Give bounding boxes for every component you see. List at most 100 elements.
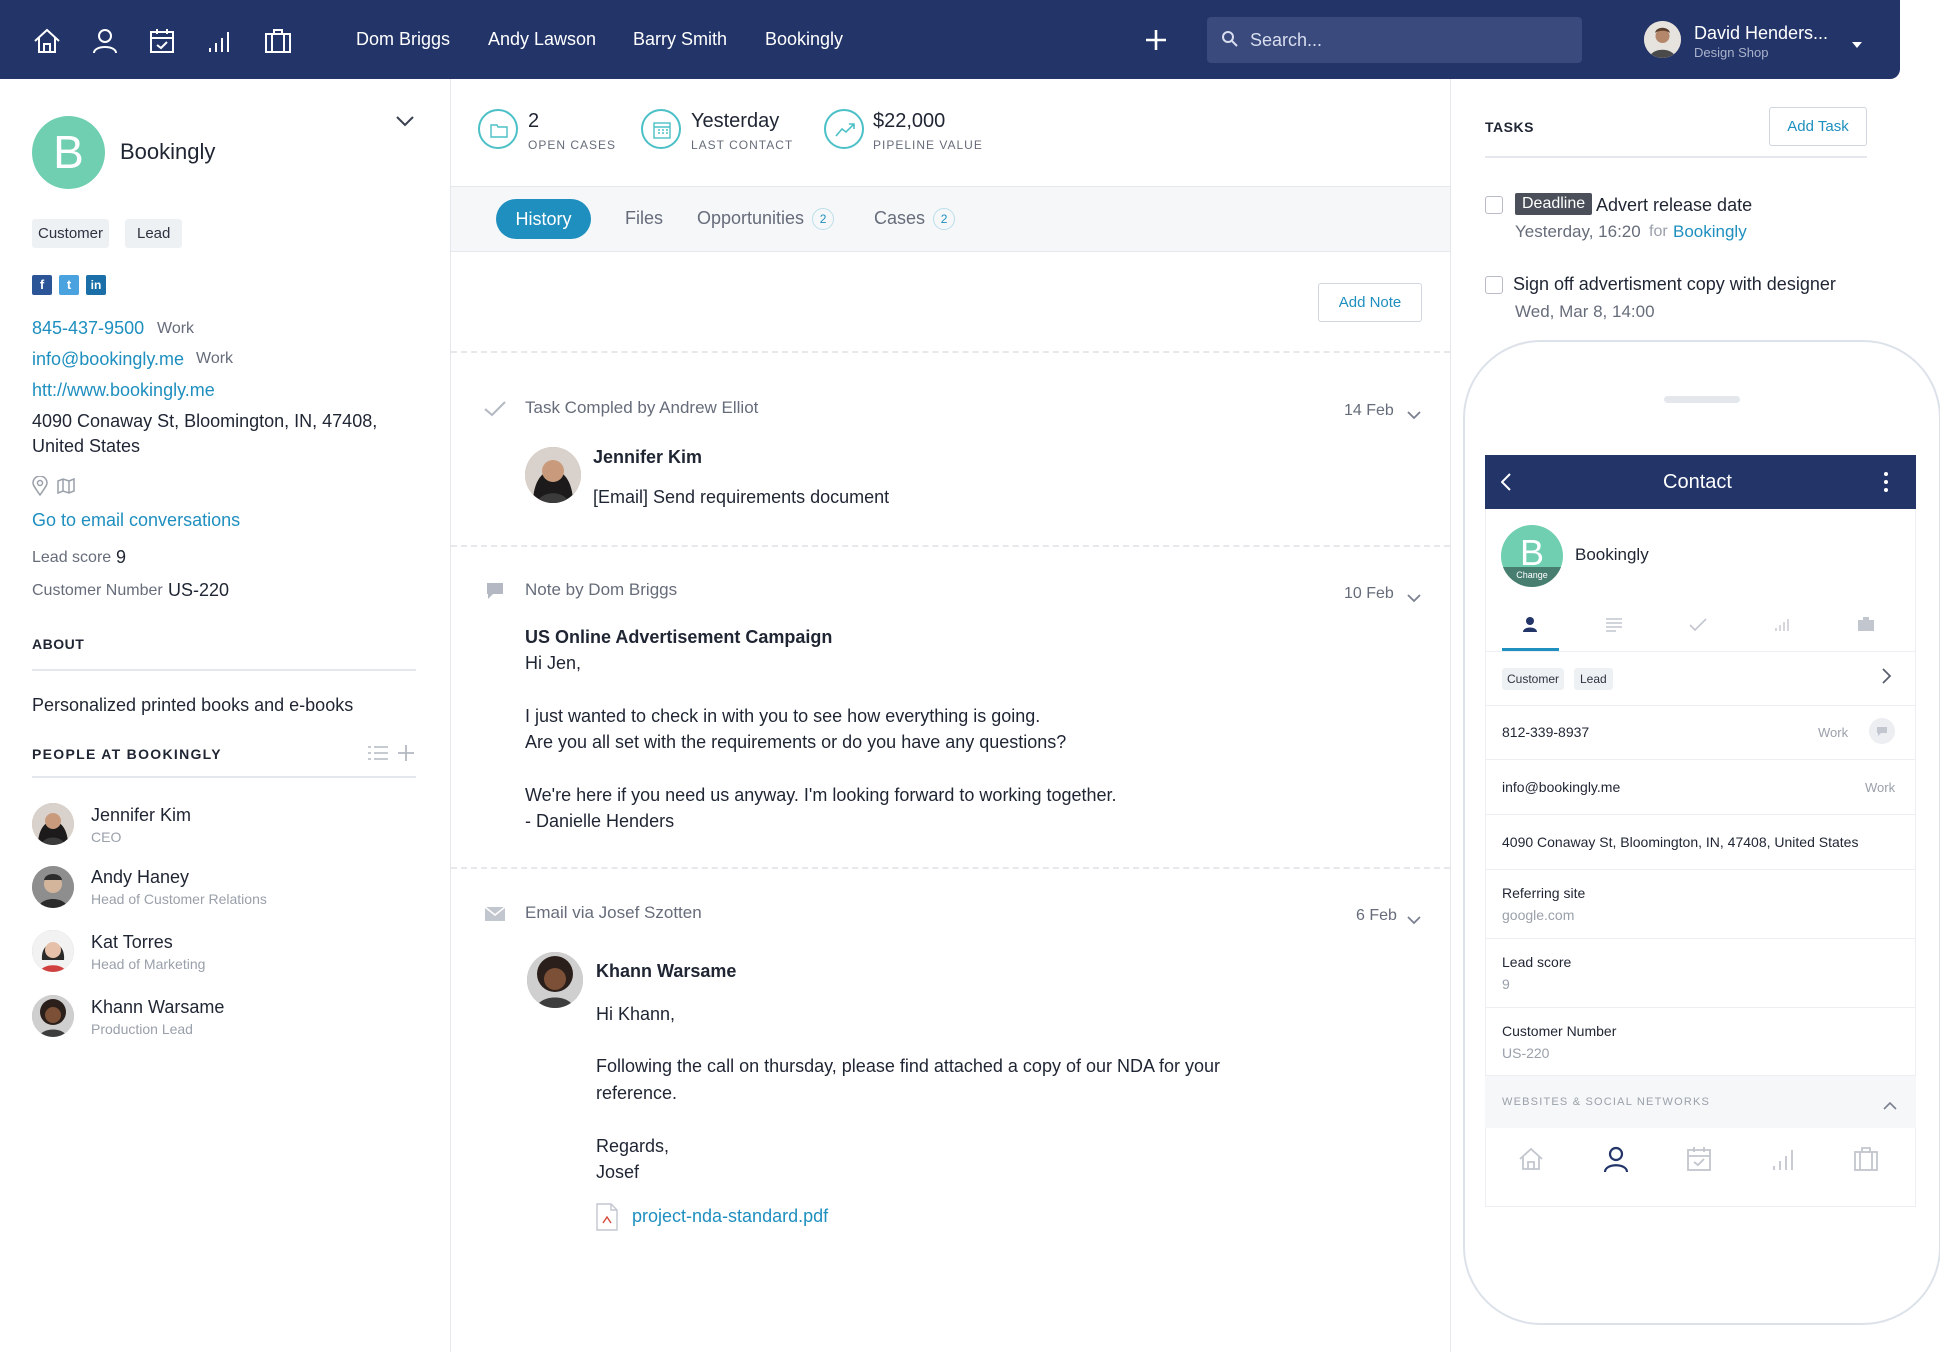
back-arrow-icon[interactable] [1500, 473, 1511, 496]
chevron-down-icon[interactable] [1407, 912, 1421, 930]
history-avatar[interactable] [525, 447, 581, 503]
person-icon[interactable] [88, 24, 122, 58]
nav-link-andy-lawson[interactable]: Andy Lawson [488, 29, 596, 50]
history-date[interactable]: 6 Feb [1356, 907, 1397, 925]
phone-field-value: US-220 [1502, 1045, 1550, 1061]
task-for-link[interactable]: Bookingly [1673, 222, 1747, 242]
briefcase-icon[interactable] [261, 24, 295, 58]
signal-chart-icon[interactable] [203, 24, 237, 58]
person-tab-icon[interactable] [1522, 616, 1538, 637]
chevron-down-icon[interactable] [1407, 590, 1421, 608]
task-checkbox[interactable] [1485, 276, 1503, 294]
about-heading: ABOUT [32, 636, 85, 652]
message-bubble-icon[interactable] [1869, 718, 1895, 744]
history-person[interactable]: Khann Warsame [596, 961, 736, 982]
add-person-icon[interactable] [398, 745, 414, 766]
briefcase-tab-icon[interactable] [1858, 617, 1874, 636]
tab-opportunities[interactable]: Opportunities 2 [697, 208, 835, 231]
calendar-icon[interactable] [1686, 1146, 1712, 1177]
history-avatar[interactable] [527, 952, 583, 1008]
phone-field-row[interactable] [1485, 1008, 1916, 1076]
task-title[interactable]: Advert release date [1596, 195, 1752, 216]
right-divider [1450, 79, 1451, 1352]
facebook-icon[interactable]: f [32, 275, 52, 295]
history-date[interactable]: 10 Feb [1344, 585, 1394, 603]
search-input[interactable]: Search... [1207, 17, 1582, 63]
signal-chart-icon[interactable] [1771, 1146, 1797, 1177]
history-line: Hi Jen, [525, 653, 582, 673]
person-avatar-andy[interactable] [32, 866, 74, 908]
company-website[interactable]: htt://www.bookingly.me [32, 380, 215, 401]
notes-tab-icon[interactable] [1606, 618, 1622, 637]
phone-field-value: 9 [1502, 976, 1510, 992]
tab-label: Opportunities [697, 208, 805, 228]
person-avatar-kat[interactable] [32, 930, 74, 972]
last-contact-icon [641, 109, 681, 149]
nav-link-dom-briggs[interactable]: Dom Briggs [356, 29, 450, 50]
person-name[interactable]: Khann Warsame [91, 997, 224, 1018]
tag-lead[interactable]: Lead [125, 219, 183, 248]
chevron-down-icon[interactable] [395, 114, 415, 132]
user-avatar[interactable] [1644, 21, 1681, 58]
change-avatar-label[interactable]: Change [1501, 567, 1563, 587]
top-nav: Dom Briggs Andy Lawson Barry Smith Booki… [0, 0, 1900, 79]
phone-field-label: Referring site [1502, 885, 1586, 901]
tab-history[interactable]: History [496, 199, 591, 239]
twitter-icon[interactable]: t [59, 275, 79, 295]
about-text: Personalized printed books and e-books [32, 695, 354, 715]
chevron-down-icon[interactable] [1407, 407, 1421, 425]
linkedin-icon[interactable]: in [86, 275, 106, 295]
chevron-right-icon[interactable] [1882, 668, 1892, 689]
customer-number-value: US-220 [168, 580, 230, 600]
history-person[interactable]: Jennifer Kim [593, 447, 702, 468]
home-icon[interactable] [1518, 1146, 1544, 1177]
company-phone[interactable]: 845-437-9500 [32, 318, 144, 339]
nav-link-bookingly[interactable]: Bookingly [765, 29, 843, 50]
add-note-button[interactable]: Add Note [1318, 283, 1422, 322]
person-name[interactable]: Kat Torres [91, 932, 173, 953]
more-vertical-icon[interactable] [1884, 472, 1888, 497]
phone-company-avatar[interactable]: B Change [1501, 525, 1563, 587]
briefcase-icon[interactable] [1853, 1146, 1879, 1177]
task-checkbox[interactable] [1485, 196, 1503, 214]
phone-field-row[interactable] [1485, 870, 1916, 939]
tab-files[interactable]: Files [625, 208, 663, 229]
map-pin-icon[interactable] [32, 475, 48, 501]
add-icon[interactable] [1143, 27, 1169, 58]
phone-field-row[interactable] [1485, 939, 1916, 1008]
person-avatar-khann[interactable] [32, 995, 74, 1037]
map-icon[interactable] [57, 477, 75, 499]
nav-link-barry-smith[interactable]: Barry Smith [633, 29, 727, 50]
history-line: Josef [596, 1162, 640, 1182]
history-line: Regards, [596, 1136, 670, 1156]
people-heading: PEOPLE AT BOOKINGLY [32, 746, 222, 762]
person-name[interactable]: Jennifer Kim [91, 805, 191, 826]
calendar-icon[interactable] [145, 24, 179, 58]
tag-customer[interactable]: Customer [32, 219, 110, 248]
company-phone-type: Work [157, 320, 195, 337]
list-view-icon[interactable] [368, 746, 388, 765]
phone-company-name: Bookingly [1575, 545, 1649, 564]
chevron-up-icon[interactable] [1883, 1097, 1897, 1115]
phone-email[interactable]: info@bookingly.me [1502, 779, 1620, 795]
user-name[interactable]: David Henders... [1694, 23, 1828, 44]
chart-tab-icon[interactable] [1774, 617, 1790, 636]
person-name[interactable]: Andy Haney [91, 867, 189, 888]
attachment-link[interactable]: project-nda-standard.pdf [632, 1206, 828, 1227]
phone-number[interactable]: 812-339-8937 [1502, 724, 1589, 740]
tab-count-badge: 2 [812, 208, 835, 231]
user-menu-caret-icon[interactable] [1852, 35, 1862, 53]
add-task-button[interactable]: Add Task [1769, 107, 1867, 146]
history-line: Hi Khann, [596, 1004, 676, 1024]
email-conversations-link[interactable]: Go to email conversations [32, 510, 240, 531]
history-line: reference. [596, 1083, 678, 1103]
home-icon[interactable] [30, 24, 64, 58]
history-date[interactable]: 14 Feb [1344, 402, 1394, 420]
tab-cases[interactable]: Cases 2 [874, 208, 956, 231]
stat-value: 2 [528, 110, 540, 132]
tasks-tab-icon[interactable] [1689, 618, 1707, 637]
task-title[interactable]: Sign off advertisment copy with designer [1513, 274, 1836, 295]
person-avatar-jennifer[interactable] [32, 803, 74, 845]
person-icon[interactable] [1602, 1145, 1630, 1178]
company-email[interactable]: info@bookingly.me [32, 349, 184, 370]
